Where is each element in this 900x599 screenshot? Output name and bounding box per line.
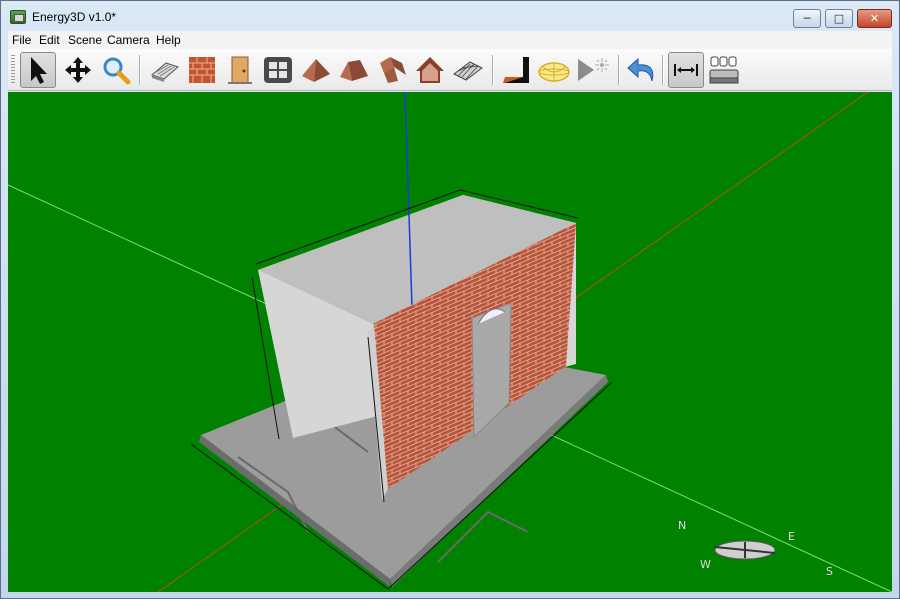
menu-scene[interactable]: Scene — [68, 33, 102, 47]
sun-path-icon — [503, 57, 529, 83]
annotation-tool-button[interactable] — [668, 52, 704, 88]
door-icon — [228, 56, 252, 84]
toolbar-separator — [492, 55, 494, 85]
menu-camera[interactable]: Camera — [107, 33, 150, 47]
menu-file[interactable]: File — [12, 33, 31, 47]
floor-grid-icon — [453, 61, 483, 81]
gable-roof-icon — [416, 57, 444, 83]
preview-icon — [709, 56, 739, 84]
zoom-tool-button[interactable] — [98, 52, 134, 88]
minimize-button[interactable]: ─ — [793, 9, 821, 28]
custom-roof-tool-button[interactable] — [374, 52, 410, 88]
toolbar-separator — [618, 55, 620, 85]
window-title: Energy3D v1.0* — [32, 10, 117, 24]
hip-roof-tool-button[interactable] — [336, 52, 372, 88]
pyramid-roof-icon — [302, 59, 330, 82]
gable-roof-tool-button[interactable] — [412, 52, 448, 88]
dimension-icon — [674, 64, 698, 76]
play-sun-icon — [578, 58, 609, 81]
brick-wall-icon — [189, 57, 215, 83]
undo-arrow-icon — [627, 57, 654, 82]
preview-tool-button[interactable] — [706, 52, 742, 88]
scene-canvas[interactable]: N E S W — [8, 92, 892, 592]
arrow-cursor-icon — [31, 57, 47, 84]
toolbar — [8, 49, 892, 91]
maximize-button[interactable]: □ — [825, 9, 853, 28]
menu-edit[interactable]: Edit — [39, 33, 60, 47]
foundation-tool-button[interactable] — [146, 52, 182, 88]
heliodon-icon — [538, 62, 570, 82]
title-bar[interactable]: Energy3D v1.0* ─ □ ✕ — [1, 1, 899, 31]
undo-tool-button[interactable] — [624, 52, 660, 88]
wall-tool-button[interactable] — [184, 52, 220, 88]
door-tool-button[interactable] — [222, 52, 258, 88]
menu-help[interactable]: Help — [156, 33, 181, 47]
pyramid-roof-tool-button[interactable] — [298, 52, 334, 88]
toolbar-separator — [662, 55, 664, 85]
play-sun-tool-button[interactable] — [574, 52, 610, 88]
foundation-icon — [151, 62, 179, 82]
window-tool-button[interactable] — [260, 52, 296, 88]
move-arrows-icon — [65, 57, 91, 83]
heliodon-tool-button[interactable] — [536, 52, 572, 88]
custom-roof-icon — [380, 57, 406, 83]
app-window: Energy3D v1.0* ─ □ ✕ File Edit Scene Cam… — [0, 0, 900, 599]
close-button[interactable]: ✕ — [857, 9, 892, 28]
hip-roof-icon — [340, 60, 368, 81]
select-tool-button[interactable] — [20, 52, 56, 88]
move-tool-button[interactable] — [60, 52, 96, 88]
compass-east-label: E — [788, 530, 795, 543]
3d-viewport[interactable]: N E S W — [8, 92, 892, 592]
window-icon — [264, 57, 292, 83]
compass-west-label: W — [700, 558, 711, 571]
floor-tool-button[interactable] — [450, 52, 486, 88]
menu-bar: File Edit Scene Camera Help — [8, 31, 892, 49]
compass-south-label: S — [826, 565, 833, 578]
magnifier-icon — [103, 57, 131, 85]
toolbar-separator — [139, 55, 141, 85]
sun-path-tool-button[interactable] — [498, 52, 534, 88]
app-logo-icon — [10, 10, 26, 24]
compass-north-label: N — [678, 519, 686, 532]
toolbar-grip[interactable] — [11, 55, 15, 85]
